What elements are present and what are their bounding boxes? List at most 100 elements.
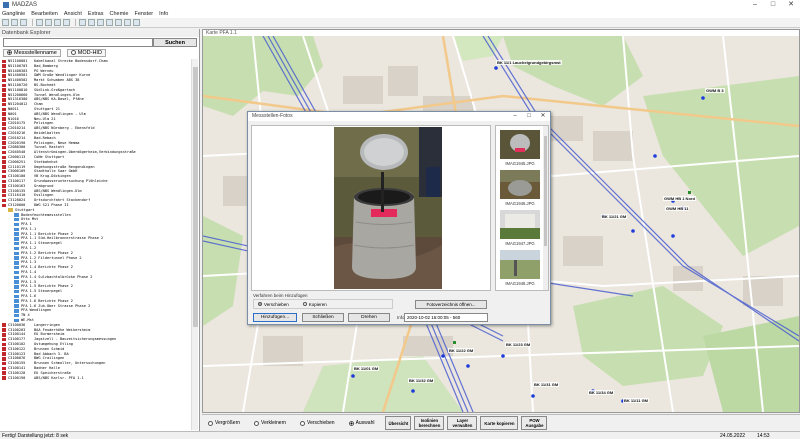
menu-ganglinie[interactable]: Ganglinie xyxy=(2,11,25,17)
button-label: berechnen xyxy=(418,423,441,428)
map-label-point[interactable]: BK 11/11 GM xyxy=(623,398,650,403)
dialog-close-icon[interactable]: ✕ xyxy=(536,112,550,121)
menu-chemie[interactable]: Chemie xyxy=(110,11,129,17)
folder-icon xyxy=(14,241,19,246)
scrollbar-thumb[interactable] xyxy=(544,136,547,246)
radio-zoom-out[interactable]: Verkleinern xyxy=(254,420,286,426)
radio-messstellenname[interactable]: Messstellenname xyxy=(3,48,61,57)
toolbar-open-icon[interactable] xyxy=(11,19,18,26)
add-button[interactable]: Hinzufügen... xyxy=(253,313,297,322)
radio-zoom-in[interactable]: Vergrößern xyxy=(208,420,240,426)
map-label-point[interactable]: BK 11/22 GM xyxy=(448,348,475,353)
thumbnail-image[interactable] xyxy=(500,210,540,239)
search-button[interactable]: Suchen xyxy=(153,38,197,47)
project-tree: N51100001 Kabelkanal Strecke Bodensdorf-C… xyxy=(2,59,188,429)
layer-button[interactable]: Layer verwalten xyxy=(447,416,478,430)
toolbar-chart-icon[interactable] xyxy=(45,19,52,26)
radio-label: Verschieben xyxy=(307,420,335,426)
toolbar-filter-icon[interactable] xyxy=(97,19,104,26)
map-label-point[interactable]: BK 11/01 GM xyxy=(353,366,380,371)
site-marker-icon xyxy=(2,198,6,203)
maximize-icon[interactable]: □ xyxy=(764,0,782,10)
site-marker-icon xyxy=(2,366,6,371)
menu-fenster[interactable]: Fenster xyxy=(134,11,153,17)
pdf-output-button[interactable]: POW Ausgabe xyxy=(521,416,548,430)
close-button[interactable]: Schließen xyxy=(302,313,344,322)
radio-dot-icon xyxy=(254,420,260,426)
site-marker-icon xyxy=(2,83,6,88)
map-label-text: GWM B 3 xyxy=(705,88,725,93)
map-label-point[interactable]: BK 11/34 GM xyxy=(588,390,615,395)
folder-icon xyxy=(8,208,13,212)
map-label-point[interactable]: GWM B 3 xyxy=(705,88,725,93)
folder-icon xyxy=(14,304,19,308)
thumbnail-label: IMAG1945.JPG xyxy=(505,161,535,166)
toolbar-table-icon[interactable] xyxy=(54,19,61,26)
radio-pan[interactable]: Verschieben xyxy=(300,420,335,426)
minimize-icon[interactable]: – xyxy=(746,0,764,10)
dialog-minimize-icon[interactable]: – xyxy=(508,112,522,121)
site-marker-icon xyxy=(2,112,6,116)
folder-icon xyxy=(14,256,19,260)
panel-title: Datenbank Explorer xyxy=(0,29,199,37)
site-marker-icon xyxy=(2,347,6,351)
radio-kopieren[interactable]: Kopieren xyxy=(302,302,327,307)
menu-info[interactable]: Info xyxy=(159,11,168,17)
toolbar-export-icon[interactable] xyxy=(88,19,95,26)
toolbar-chemistry-icon[interactable] xyxy=(124,19,131,26)
menu-extras[interactable]: Extras xyxy=(88,11,104,17)
map-label-point[interactable]: BK 11/23 GM xyxy=(505,342,532,347)
close-icon[interactable]: ✕ xyxy=(782,0,800,10)
status-bar: Fertig! Darstellung jetzt: 8 sek 24.05.2… xyxy=(0,431,800,439)
dialog-title: Messstellen-Fotos xyxy=(252,113,293,119)
toolbar-import-icon[interactable] xyxy=(79,19,86,26)
radio-label: Messstellenname xyxy=(14,49,57,56)
radio-label: Vergrößern xyxy=(215,420,241,426)
site-marker-icon xyxy=(2,203,6,208)
rotate-button[interactable]: Drehen xyxy=(348,313,390,322)
search-input[interactable] xyxy=(3,38,153,47)
toolbar-new-icon[interactable] xyxy=(2,19,9,26)
isolines-button[interactable]: Isolinien berechnen xyxy=(414,416,445,430)
thumbnail-image[interactable] xyxy=(500,170,540,199)
folder-icon xyxy=(14,309,19,313)
toolbar-print-icon[interactable] xyxy=(36,19,43,26)
tree-scrollbar[interactable] xyxy=(191,59,198,430)
thumbnail-image[interactable] xyxy=(500,130,540,159)
toolbar-map-icon[interactable] xyxy=(63,19,70,26)
map-label-point[interactable]: BK 11/1 Lauchelgrundgebirgsmst xyxy=(496,60,562,65)
open-photo-directory-button[interactable]: Fotoverzeichnis öffnen... xyxy=(415,300,487,309)
site-marker-icon xyxy=(2,323,6,327)
site-marker-icon xyxy=(2,189,6,193)
radio-mod-hid[interactable]: MOD-HID xyxy=(66,48,106,57)
button-label: Übersicht xyxy=(388,420,409,426)
radio-verschieben[interactable]: Verschieben xyxy=(258,302,289,307)
map-label-point[interactable]: BK 11/31 GM xyxy=(533,382,560,387)
toolbar-separator xyxy=(32,19,33,26)
radio-dot-icon xyxy=(70,50,76,55)
toolbar-save-icon[interactable] xyxy=(20,19,27,26)
map-label-point[interactable]: GWM HB 11 xyxy=(665,206,690,211)
site-marker-icon xyxy=(2,122,6,126)
toolbar-help-icon[interactable] xyxy=(133,19,140,26)
thumbnail-image[interactable] xyxy=(500,250,540,279)
window-title: MADZAS xyxy=(12,2,38,8)
toolbar-settings-icon[interactable] xyxy=(106,19,113,26)
map-label-point[interactable]: GWM HB 1 Nord xyxy=(663,196,696,201)
site-marker-icon xyxy=(2,193,6,198)
scrollbar-thumb[interactable] xyxy=(193,67,198,327)
toolbar-photo-icon[interactable] xyxy=(115,19,122,26)
thumbnail-scrollbar[interactable] xyxy=(543,126,548,290)
radio-select[interactable]: Auswahl xyxy=(348,420,374,426)
overview-button[interactable]: Übersicht xyxy=(385,416,412,430)
thumbnail-list[interactable]: IMAG1945.JPG IMAG1946.JPG IMAG1947.JPG I… xyxy=(495,125,549,291)
dialog-maximize-icon[interactable]: □ xyxy=(522,112,536,121)
map-label-point[interactable]: BK 11/32 GM xyxy=(408,378,435,383)
map-label-point[interactable]: BK 11/21 GM xyxy=(601,214,628,219)
site-marker-icon xyxy=(2,150,6,155)
menu-ansicht[interactable]: Ansicht xyxy=(64,11,82,17)
copy-map-button[interactable]: Karte kopieren xyxy=(480,416,519,430)
dialog-controls: – □ ✕ xyxy=(508,112,550,121)
menu-bearbeiten[interactable]: Bearbeiten xyxy=(31,11,58,17)
tree-item[interactable]: C3100190 ABS/NBS Karlsr. PFA 1.1 xyxy=(2,376,188,381)
